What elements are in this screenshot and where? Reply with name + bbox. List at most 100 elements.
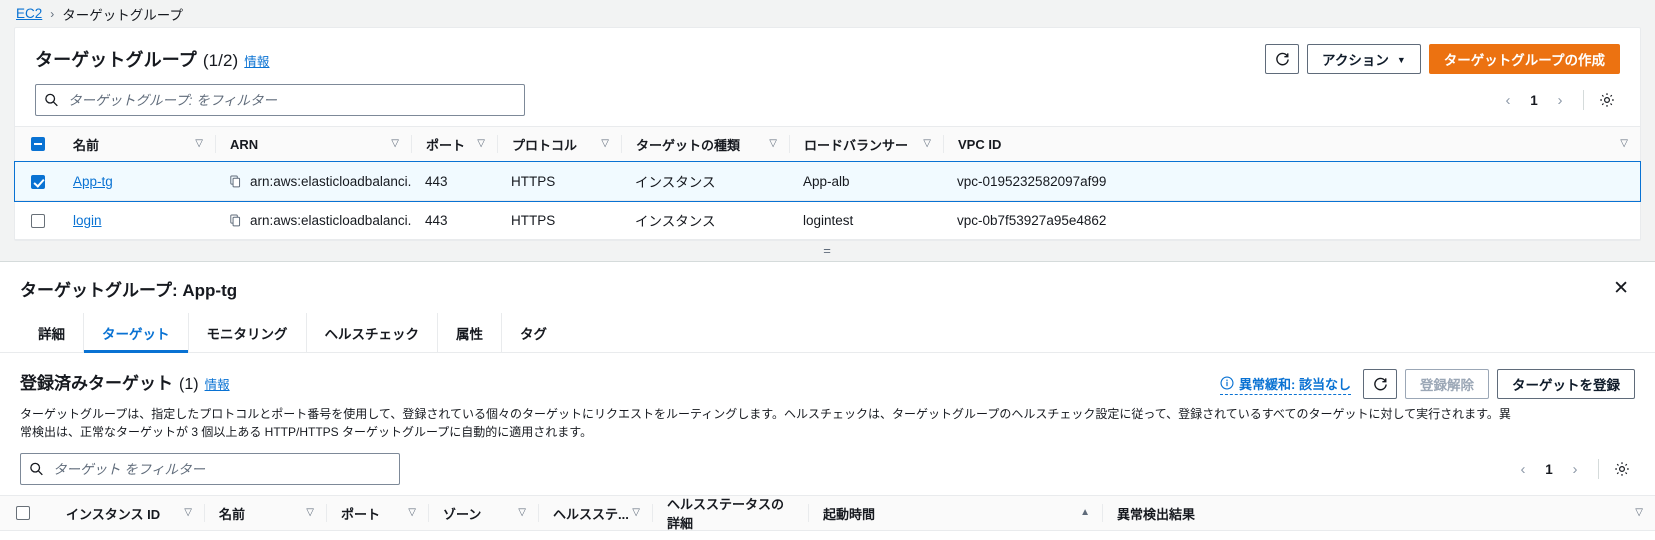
column-label: ARN xyxy=(230,136,259,152)
table-header-row: インスタンス ID▽ 名前▽ ポート▽ ゾーン▽ ヘルスステ...▽ xyxy=(0,495,1655,531)
tab-health-checks[interactable]: ヘルスチェック xyxy=(307,313,438,352)
registered-targets-card: 登録済みターゲット (1) 情報 異常緩和: 該当なし 登録解除 ターゲットを登… xyxy=(0,353,1655,540)
cell-target-type: インスタンス xyxy=(621,200,789,240)
detail-title: ターゲットグループ: App-tg xyxy=(20,281,238,300)
column-header-target-type[interactable]: ターゲットの種類 ▽ xyxy=(621,126,789,162)
column-header-health-detail[interactable]: ヘルスステータスの詳細 xyxy=(652,495,808,531)
target-group-link[interactable]: login xyxy=(73,213,102,228)
table-header-row: 名前 ▽ ARN ▽ ポート ▽ プロトコル ▽ ターゲットの種類 ▽ ロードバランサー ▽ xyxy=(15,126,1640,162)
target-groups-toolbar: アクション ▼ ターゲットグループの作成 xyxy=(1265,44,1620,74)
anomaly-mitigation-label: 異常緩和: 該当なし xyxy=(1239,376,1351,392)
chevron-down-icon: ▼ xyxy=(1396,54,1406,65)
registered-targets-count: (1) xyxy=(179,376,199,393)
cell-vpc-id: vpc-0b7f53927a95e4862 xyxy=(943,200,1640,240)
search-container xyxy=(35,84,525,116)
column-header-arn[interactable]: ARN ▽ xyxy=(215,126,411,162)
targets-pagination: ‹ 1 › xyxy=(1510,456,1635,482)
tab-tags[interactable]: タグ xyxy=(502,313,565,352)
table-row[interactable]: login arn:aws:elasticloadbalanci... 443 … xyxy=(15,200,1640,240)
sort-ascending-icon: ▲ xyxy=(1080,507,1090,518)
detail-tabs: 詳細 ターゲット モニタリング ヘルスチェック 属性 タグ xyxy=(0,313,1655,353)
cell-port: 443 xyxy=(411,161,497,201)
page-number[interactable]: 1 xyxy=(1523,93,1545,108)
page-number[interactable]: 1 xyxy=(1538,462,1560,477)
cell-health-status: Unhealthy xyxy=(538,530,652,540)
cell-load-balancer: App-alb xyxy=(789,161,943,201)
select-all-checkbox[interactable] xyxy=(16,506,30,520)
cell-protocol: HTTPS xyxy=(497,200,621,240)
column-header-load-balancer[interactable]: ロードバランサー ▽ xyxy=(789,126,943,162)
info-link[interactable]: 情報 xyxy=(205,374,230,393)
anomaly-mitigation-status[interactable]: 異常緩和: 該当なし xyxy=(1220,374,1351,395)
create-target-group-button[interactable]: ターゲットグループの作成 xyxy=(1428,44,1620,74)
close-icon[interactable]: ✕ xyxy=(1607,277,1635,300)
column-header-port[interactable]: ポート ▽ xyxy=(326,495,428,531)
column-header-zone[interactable]: ゾーン ▽ xyxy=(428,495,538,531)
sort-icon: ▽ xyxy=(184,507,192,518)
page-title-count: (1/2) xyxy=(202,51,239,70)
sort-icon: ▽ xyxy=(769,138,777,149)
targets-search-input[interactable] xyxy=(20,453,400,485)
tab-details[interactable]: 詳細 xyxy=(20,313,84,352)
sort-icon: ▽ xyxy=(306,507,314,518)
column-header-name[interactable]: 名前 ▽ xyxy=(204,495,326,531)
row-select-cell xyxy=(15,161,59,201)
table-row[interactable]: i-09f66e4c9645c9b33 App-server 443 ap-no… xyxy=(0,530,1655,540)
target-groups-panel: ターゲットグループ (1/2) 情報 アクション ▼ ターゲットグループの作成 xyxy=(14,27,1641,241)
select-all-checkbox[interactable] xyxy=(31,137,45,151)
page-title: ターゲットグループ (1/2) 情報 xyxy=(35,46,270,72)
sort-icon: ▽ xyxy=(601,138,609,149)
split-panel-resize-handle[interactable]: = xyxy=(0,241,1655,261)
column-label: プロトコル xyxy=(512,137,578,153)
target-group-link[interactable]: App-tg xyxy=(73,174,113,189)
column-header-instance-id[interactable]: インスタンス ID ▽ xyxy=(52,495,204,531)
sort-icon: ▽ xyxy=(1620,138,1628,149)
refresh-targets-button[interactable] xyxy=(1363,369,1397,399)
column-header-vpc-id[interactable]: VPC ID ▽ xyxy=(943,126,1640,162)
pagination: ‹ 1 › xyxy=(1495,87,1620,113)
tab-targets[interactable]: ターゲット xyxy=(84,313,189,353)
tab-monitoring[interactable]: モニタリング xyxy=(189,313,307,352)
column-header-anomaly-result[interactable]: 異常検出結果 ▽ xyxy=(1102,495,1655,531)
breadcrumb-link-ec2[interactable]: EC2 xyxy=(16,6,42,21)
copy-icon[interactable] xyxy=(229,213,242,227)
copy-icon[interactable] xyxy=(229,174,242,188)
page-title-text: ターゲットグループ xyxy=(35,50,197,70)
column-label: ヘルスステ... xyxy=(553,506,629,522)
column-label: インスタンス ID xyxy=(66,506,161,522)
prev-page-button[interactable]: ‹ xyxy=(1510,456,1536,482)
column-header-name[interactable]: 名前 ▽ xyxy=(59,126,215,162)
table-row[interactable]: App-tg arn:aws:elasticloadbalanci... 443… xyxy=(14,160,1641,202)
registered-targets-toolbar: 異常緩和: 該当なし 登録解除 ターゲットを登録 xyxy=(1220,369,1635,399)
tab-attributes[interactable]: 属性 xyxy=(438,313,502,352)
deregister-button[interactable]: 登録解除 xyxy=(1405,369,1489,399)
row-checkbox[interactable] xyxy=(31,174,45,189)
info-link[interactable]: 情報 xyxy=(244,51,269,70)
search-input[interactable] xyxy=(35,84,525,116)
preferences-button[interactable] xyxy=(1594,87,1620,113)
cell-zone: ap-northeast-1c xyxy=(428,530,538,540)
registered-targets-header: 登録済みターゲット (1) 情報 異常緩和: 該当なし 登録解除 ターゲットを登… xyxy=(0,353,1655,399)
next-page-button[interactable]: › xyxy=(1547,87,1573,113)
row-checkbox[interactable] xyxy=(31,213,45,228)
actions-button[interactable]: アクション ▼ xyxy=(1307,44,1421,74)
actions-button-label: アクション xyxy=(1322,53,1389,68)
cell-launch-time: 2024年4月28日, 21:30 (UTC+09:00) xyxy=(808,530,1102,540)
column-header-health-status[interactable]: ヘルスステ... ▽ xyxy=(538,495,652,531)
sort-icon: ▽ xyxy=(923,138,931,149)
column-header-port[interactable]: ポート ▽ xyxy=(411,126,497,162)
target-groups-header: ターゲットグループ (1/2) 情報 アクション ▼ ターゲットグループの作成 xyxy=(15,28,1640,78)
column-label: ゾーン xyxy=(443,506,482,522)
preferences-button[interactable] xyxy=(1609,456,1635,482)
next-page-button[interactable]: › xyxy=(1562,456,1588,482)
cell-instance-id: i-09f66e4c9645c9b33 xyxy=(52,530,204,540)
prev-page-button[interactable]: ‹ xyxy=(1495,87,1521,113)
sort-icon: ▽ xyxy=(408,507,416,518)
register-targets-button[interactable]: ターゲットを登録 xyxy=(1497,369,1635,399)
breadcrumb: EC2 › ターゲットグループ xyxy=(0,0,1655,27)
column-header-protocol[interactable]: プロトコル ▽ xyxy=(497,126,621,162)
registered-targets-table: インスタンス ID▽ 名前▽ ポート▽ ゾーン▽ ヘルスステ...▽ xyxy=(0,495,1655,540)
refresh-button[interactable] xyxy=(1265,44,1300,74)
arn-text: arn:aws:elasticloadbalanci... xyxy=(250,173,411,189)
column-header-launch-time[interactable]: 起動時間 ▲ xyxy=(808,495,1102,531)
